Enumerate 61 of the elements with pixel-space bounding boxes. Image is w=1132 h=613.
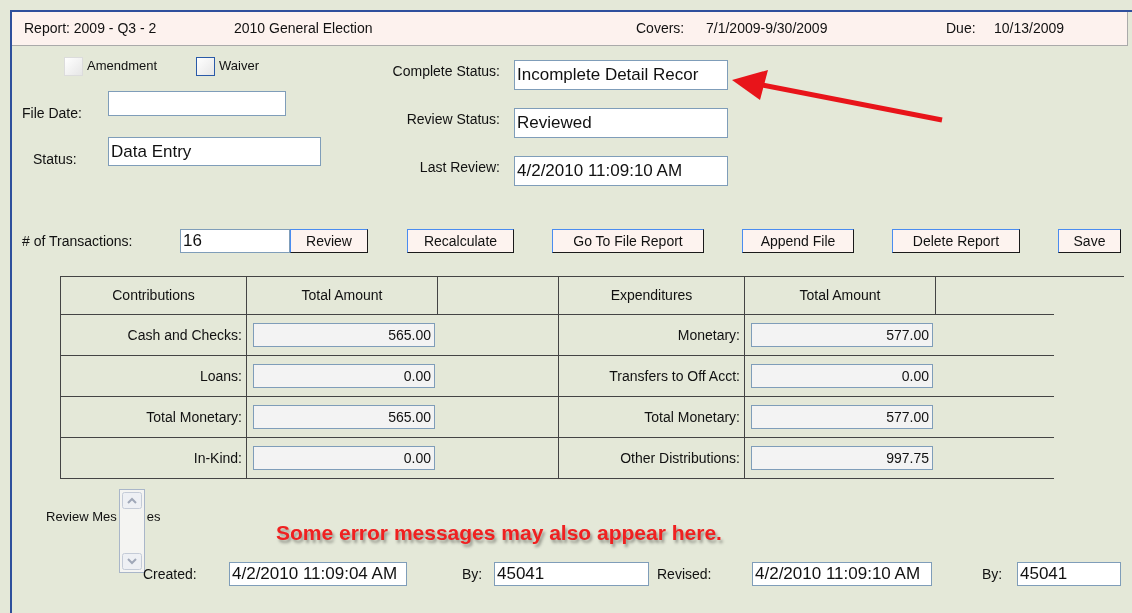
amount-field: 565.00 — [253, 323, 435, 347]
text-field[interactable]: 45041 — [494, 562, 649, 586]
text-field[interactable]: 16 — [180, 229, 290, 253]
action-button[interactable]: Save — [1058, 229, 1121, 253]
text-field[interactable]: 4/2/2010 11:09:04 AM — [229, 562, 407, 586]
column-header: Total Amount — [247, 277, 438, 314]
report-id: Report: 2009 - Q3 - 2 — [24, 19, 158, 38]
due-label: Due: — [946, 19, 977, 38]
text-field[interactable]: Incomplete Detail Recor — [514, 60, 728, 90]
row-label: Other Distributions: — [620, 448, 740, 468]
text-field[interactable]: 4/2/2010 11:09:10 AM — [514, 156, 728, 186]
checkbox-label: Waiver — [219, 57, 259, 76]
field-label: Revised: — [657, 564, 713, 584]
text-field[interactable] — [108, 91, 286, 116]
amount-field: 577.00 — [751, 405, 933, 429]
row-label: In-Kind: — [193, 448, 242, 468]
scroll-down-icon[interactable] — [121, 553, 142, 570]
action-button[interactable]: Go To File Report — [552, 229, 704, 253]
row-label: Transfers to Off Acct: — [609, 366, 740, 386]
field-label: By: — [462, 564, 484, 584]
action-button[interactable]: Append File — [742, 229, 854, 253]
text-field[interactable]: Reviewed — [514, 108, 728, 138]
amount-field: 0.00 — [253, 364, 435, 388]
amount-field: 997.75 — [751, 446, 933, 470]
annotation-text: Some error messages may also appear here. — [276, 520, 722, 546]
amount-field: 577.00 — [751, 323, 933, 347]
scrollbar[interactable] — [118, 489, 145, 573]
action-button[interactable]: Recalculate — [407, 229, 514, 253]
field-label: es — [146, 508, 161, 527]
election-name: 2010 General Election — [234, 19, 374, 38]
field-label: Status: — [33, 150, 78, 169]
field-label: Complete Status: — [391, 61, 501, 81]
row-label: Loans: — [199, 366, 242, 386]
column-header: Total Amount — [745, 277, 936, 314]
field-label: Last Review: — [418, 157, 501, 177]
field-label: Review Mes — [46, 508, 117, 527]
checkbox-label: Amendment — [87, 57, 158, 76]
covers-label: Covers: — [636, 19, 686, 38]
text-field[interactable]: Data Entry — [108, 137, 321, 166]
row-label: Cash and Checks: — [127, 325, 242, 345]
row-label: Total Monetary: — [146, 407, 242, 427]
column-header: Expenditures — [559, 277, 745, 314]
field-label: Review Status: — [405, 109, 501, 129]
checkbox[interactable] — [196, 56, 215, 76]
text-field[interactable]: 45041 — [1017, 562, 1121, 586]
amount-field: 565.00 — [253, 405, 435, 429]
row-label: Monetary: — [677, 325, 740, 345]
amount-field: 0.00 — [253, 446, 435, 470]
column-header: Contributions — [61, 277, 247, 314]
field-label: # of Transactions: — [22, 231, 134, 251]
amount-field: 0.00 — [751, 364, 933, 388]
field-label: By: — [982, 564, 1004, 584]
row-label: Total Monetary: — [644, 407, 740, 427]
action-button[interactable]: Delete Report — [892, 229, 1020, 253]
text-field[interactable]: 4/2/2010 11:09:10 AM — [752, 562, 932, 586]
field-label: Created: — [143, 564, 198, 584]
field-label: File Date: — [22, 104, 83, 123]
scroll-up-icon[interactable] — [121, 492, 142, 509]
due-date: 10/13/2009 — [994, 19, 1065, 38]
covers-dates: 7/1/2009-9/30/2009 — [706, 19, 829, 38]
action-button[interactable]: Review — [290, 229, 368, 253]
